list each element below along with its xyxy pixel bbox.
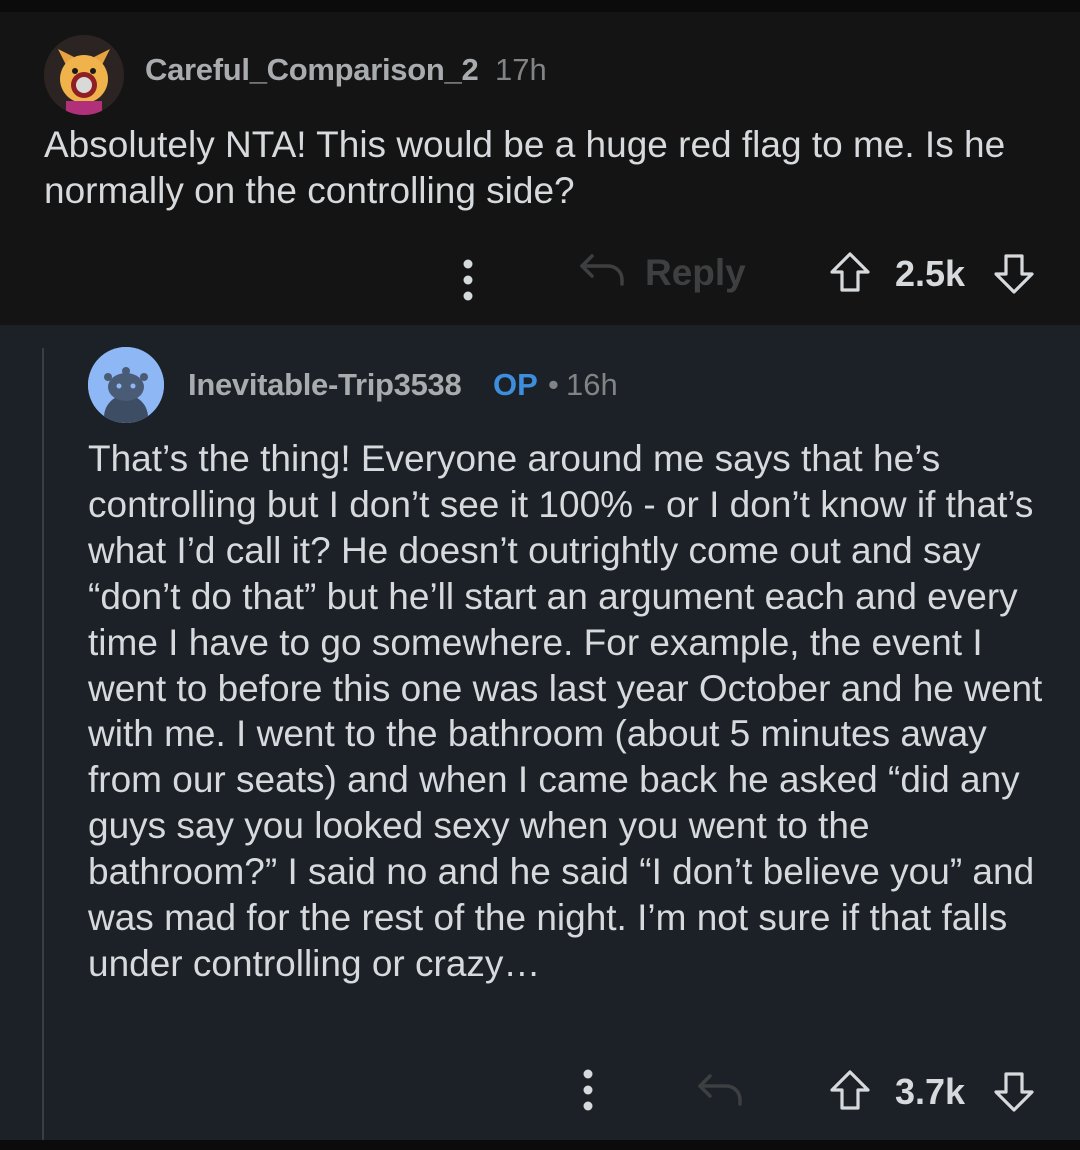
fox-avatar-icon[interactable] <box>44 35 124 115</box>
reply-arrow-icon[interactable] <box>696 1070 746 1110</box>
op-badge: OP <box>493 367 538 402</box>
reply-comment-body: That’s the thing! Everyone around me say… <box>88 438 1043 984</box>
top-divider <box>0 0 1080 12</box>
reply-score: 3.7k <box>895 1071 966 1112</box>
downvote-icon[interactable] <box>992 252 1036 296</box>
reply-button[interactable]: Reply <box>645 252 746 294</box>
parent-username[interactable]: Careful_Comparison_2 <box>145 52 479 88</box>
reply-username[interactable]: Inevitable-Trip3538 <box>188 367 462 403</box>
downvote-icon[interactable] <box>992 1070 1036 1114</box>
comment-thread: Careful_Comparison_2 17h Absolutely NTA!… <box>0 0 1080 1150</box>
upvote-icon[interactable] <box>828 250 872 294</box>
snoo-avatar-icon[interactable] <box>88 347 164 423</box>
parent-comment-body: Absolutely NTA! This would be a huge red… <box>44 124 1006 211</box>
thread-line[interactable] <box>42 348 44 1150</box>
reply-arrow-icon[interactable] <box>578 250 628 290</box>
more-options-icon[interactable] <box>578 1060 598 1120</box>
reply-timestamp: 16h <box>566 367 618 402</box>
separator-dot: • <box>548 367 559 402</box>
more-options-icon[interactable] <box>458 250 478 310</box>
parent-action-bar: Reply 2.5k <box>0 240 1080 310</box>
parent-score: 2.5k <box>895 253 966 294</box>
bottom-divider <box>0 1140 1080 1150</box>
reply-action-bar: 3.7k <box>0 1058 1080 1128</box>
parent-timestamp: 17h <box>495 52 547 87</box>
upvote-icon[interactable] <box>828 1068 872 1112</box>
